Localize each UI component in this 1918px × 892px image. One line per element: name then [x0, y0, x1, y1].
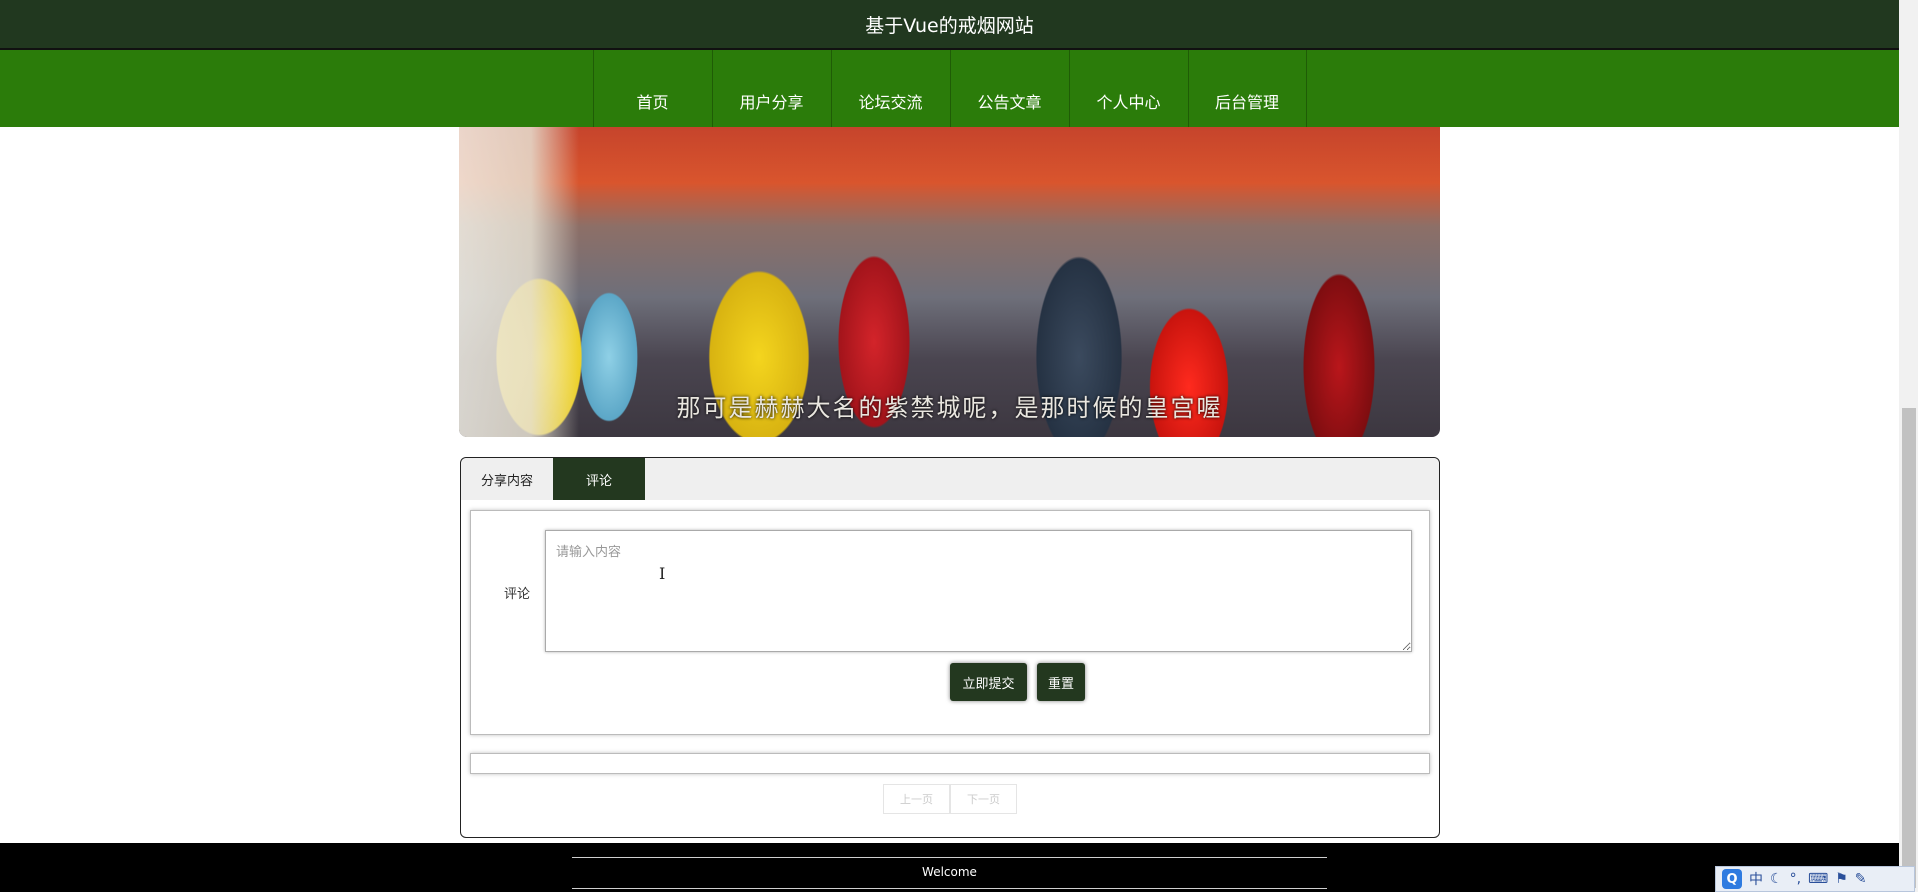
text-cursor-icon: I — [659, 564, 666, 583]
site-header: 基于Vue的戒烟网站 — [0, 0, 1899, 50]
nav-list: 首页 用户分享 论坛交流 公告文章 个人中心 后台管理 — [4, 50, 1307, 127]
scrollbar-thumb[interactable] — [1902, 408, 1916, 888]
banner-image: 那可是赫赫大名的紫禁城呢，是那时候的皇宫喔 — [459, 127, 1440, 437]
ime-logo-icon[interactable]: Q — [1722, 869, 1742, 889]
pagination: 上一页 下一页 — [883, 784, 1017, 814]
site-title: 基于Vue的戒烟网站 — [865, 14, 1034, 37]
comment-label: 评论 — [504, 587, 531, 602]
ime-mode-toggle[interactable]: 中 — [1749, 869, 1763, 889]
reset-button[interactable]: 重置 — [1037, 663, 1085, 701]
site-footer: Welcome — [0, 843, 1899, 892]
nav-item-announcements[interactable]: 公告文章 — [949, 50, 1069, 127]
page-scrollbar[interactable] — [1899, 0, 1918, 892]
nav-item-admin[interactable]: 后台管理 — [1187, 50, 1307, 127]
submit-button[interactable]: 立即提交 — [950, 663, 1027, 701]
tab-label: 评论 — [586, 473, 613, 489]
comment-list — [470, 753, 1430, 774]
comment-form: 评论 I 立即提交 重置 — [470, 510, 1430, 735]
nav-item-label: 用户分享 — [739, 92, 804, 112]
nav-item-personal-center[interactable]: 个人中心 — [1068, 50, 1188, 127]
ime-toolbar: Q 中 ☾ °, ⌨ ⚑ ✎ — [1715, 866, 1915, 892]
tab-share-content[interactable]: 分享内容 — [461, 458, 553, 500]
punctuation-icon[interactable]: °, — [1790, 871, 1801, 887]
tab-label: 分享内容 — [481, 473, 534, 489]
main-nav: 首页 用户分享 论坛交流 公告文章 个人中心 后台管理 — [0, 50, 1899, 127]
next-page-button[interactable]: 下一页 — [950, 784, 1017, 814]
moon-icon[interactable]: ☾ — [1770, 871, 1783, 887]
footer-text: Welcome — [922, 865, 977, 879]
nav-item-forum[interactable]: 论坛交流 — [830, 50, 950, 127]
tab-bar: 分享内容 评论 — [461, 458, 1439, 500]
wrench-icon[interactable]: ✎ — [1855, 871, 1867, 887]
tab-comments[interactable]: 评论 — [553, 458, 646, 500]
nav-item-label: 个人中心 — [1096, 92, 1161, 112]
prev-page-button[interactable]: 上一页 — [883, 784, 950, 814]
nav-item-user-share[interactable]: 用户分享 — [711, 50, 831, 127]
footer-divider — [572, 857, 1327, 858]
footer-divider — [572, 888, 1327, 889]
banner-caption: 那可是赫赫大名的紫禁城呢，是那时候的皇宫喔 — [676, 394, 1223, 422]
nav-item-label: 后台管理 — [1214, 92, 1279, 112]
nav-item-label: 论坛交流 — [858, 92, 923, 112]
tools-icon[interactable]: ⚑ — [1835, 871, 1848, 887]
detail-panel: 分享内容 评论 评论 I 立即提交 重置 上一页 下一页 — [460, 457, 1440, 838]
nav-item-home[interactable]: 首页 — [592, 50, 712, 127]
comment-textarea[interactable] — [545, 530, 1412, 652]
nav-item-label: 公告文章 — [977, 92, 1042, 112]
keyboard-icon[interactable]: ⌨ — [1808, 871, 1828, 887]
nav-item-label: 首页 — [636, 92, 669, 112]
